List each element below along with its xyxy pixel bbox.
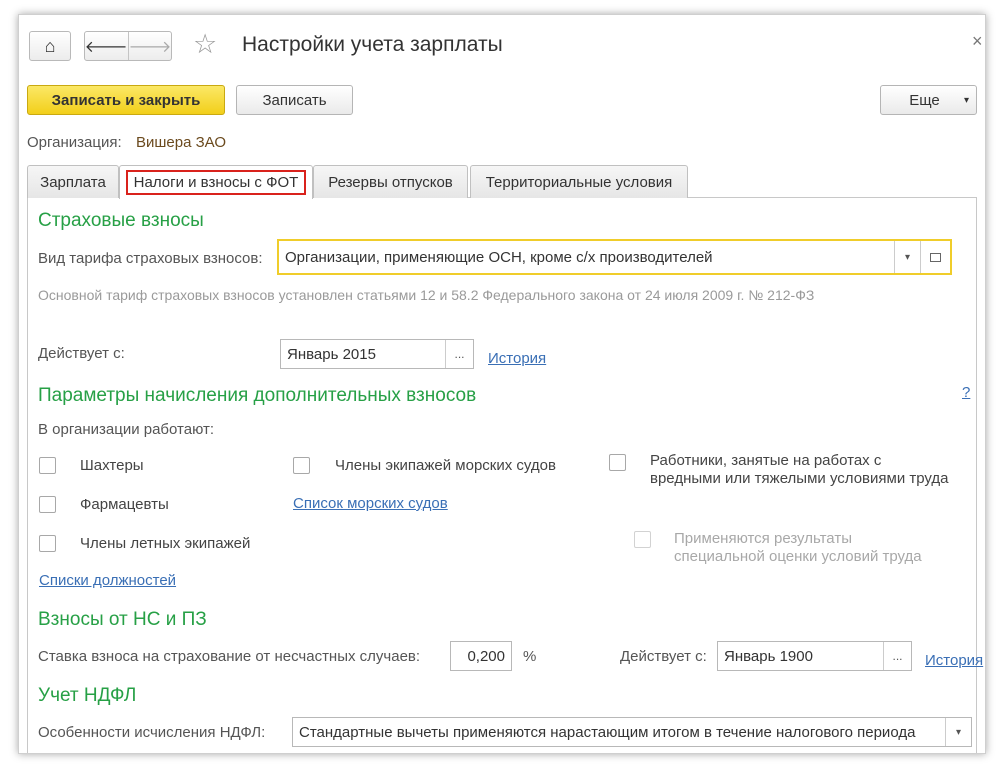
- accident-heading: Взносы от НС и ПЗ: [38, 609, 207, 630]
- flight-crew-checkbox[interactable]: [39, 535, 56, 552]
- tariff-dropdown-arrow[interactable]: ▾: [894, 241, 920, 273]
- more-label: Еще: [909, 91, 940, 109]
- accident-history-link[interactable]: История: [925, 652, 983, 669]
- tariff-label: Вид тарифа страховых взносов:: [38, 250, 263, 267]
- history-link[interactable]: История: [488, 350, 546, 367]
- ndfl-heading: Учет НДФЛ: [38, 685, 137, 706]
- insurance-heading: Страховые взносы: [38, 210, 204, 231]
- window-title: Настройки учета зарплаты: [242, 33, 503, 56]
- favorite-star-icon[interactable]: ☆: [193, 29, 217, 60]
- accident-effective-field[interactable]: Январь 1900 ...: [717, 641, 912, 671]
- miners-label: Шахтеры: [80, 457, 144, 474]
- tab-label: Зарплата: [40, 173, 106, 191]
- open-form-button[interactable]: [920, 241, 950, 273]
- close-icon[interactable]: ×: [972, 31, 983, 52]
- select-period-button[interactable]: ...: [445, 340, 473, 368]
- save-and-close-button[interactable]: Записать и закрыть: [27, 85, 225, 115]
- sea-crew-label: Члены экипажей морских судов: [335, 457, 556, 474]
- special-assessment-label-line1: Применяются результаты: [674, 530, 852, 547]
- effective-date-value: Январь 2015: [287, 345, 376, 363]
- tab-label: Налоги и взносы с ФОТ: [125, 170, 307, 195]
- ndfl-select[interactable]: Стандартные вычеты применяются нарастающ…: [292, 717, 972, 747]
- additional-heading: Параметры начисления дополнительных взно…: [38, 385, 477, 406]
- home-button[interactable]: ⌂: [29, 31, 71, 61]
- save-button[interactable]: Записать: [236, 85, 353, 115]
- back-arrow-icon: 🡐: [84, 38, 128, 56]
- tab-taxes[interactable]: Налоги и взносы с ФОТ: [119, 165, 313, 199]
- accident-rate-input[interactable]: 0,200: [450, 641, 512, 671]
- sea-crew-checkbox[interactable]: [293, 457, 310, 474]
- ships-list-link[interactable]: Список морских судов: [293, 495, 448, 512]
- ellipsis-icon: ...: [454, 347, 465, 361]
- select-period-button[interactable]: ...: [883, 642, 911, 670]
- tariff-select[interactable]: Организации, применяющие ОСН, кроме с/х …: [277, 239, 952, 275]
- works-in-org-label: В организации работают:: [38, 421, 215, 438]
- harmful-conditions-label-line1: Работники, занятые на работах с: [650, 452, 882, 469]
- ndfl-dropdown-button[interactable]: ▾: [945, 718, 971, 746]
- tab-salary[interactable]: Зарплата: [27, 165, 119, 198]
- special-assessment-label-line2: специальной оценки условий труда: [674, 548, 922, 565]
- flight-crew-label: Члены летных экипажей: [80, 535, 251, 552]
- open-window-icon: [930, 252, 941, 262]
- help-link[interactable]: ?: [962, 384, 970, 401]
- effective-date-field[interactable]: Январь 2015 ...: [280, 339, 474, 369]
- organization-label: Организация:: [27, 134, 122, 151]
- accident-effective-label: Действует с:: [620, 648, 707, 665]
- effective-date-label: Действует с:: [38, 345, 125, 362]
- percent-sign: %: [523, 648, 537, 665]
- chevron-down-icon: ▾: [955, 726, 962, 738]
- ndfl-value: Стандартные вычеты применяются нарастающ…: [299, 723, 916, 741]
- ndfl-label: Особенности исчисления НДФЛ:: [38, 724, 266, 741]
- chevron-down-icon: ▾: [963, 94, 969, 106]
- forward-button[interactable]: 🡒: [129, 32, 172, 60]
- chevron-down-icon: ▾: [904, 251, 911, 263]
- tab-label: Резервы отпусков: [328, 173, 453, 191]
- pharmacists-label: Фармацевты: [80, 496, 169, 513]
- harmful-conditions-checkbox[interactable]: [609, 454, 626, 471]
- accident-rate-label: Ставка взноса на страхование от несчастн…: [38, 648, 421, 665]
- settings-window: ⌂ 🡐 🡒 ☆ Настройки учета зарплаты × Запис…: [18, 14, 986, 754]
- ellipsis-icon: ...: [892, 649, 903, 663]
- organization-value[interactable]: Вишера ЗАО: [136, 134, 226, 151]
- forward-arrow-icon: 🡒: [128, 38, 172, 56]
- positions-list-link[interactable]: Списки должностей: [39, 572, 176, 589]
- tab-territorial-conditions[interactable]: Территориальные условия: [470, 165, 688, 198]
- pharmacists-checkbox[interactable]: [39, 496, 56, 513]
- tab-label: Территориальные условия: [485, 173, 673, 191]
- tab-vacation-reserves[interactable]: Резервы отпусков: [313, 165, 468, 198]
- more-button[interactable]: Еще ▾: [880, 85, 977, 115]
- back-button[interactable]: 🡐: [85, 32, 129, 60]
- tariff-hint: Основной тариф страховых взносов установ…: [38, 287, 815, 303]
- back-forward-group: 🡐 🡒: [84, 31, 172, 61]
- harmful-conditions-label-line2: вредными или тяжелыми условиями труда: [650, 470, 949, 487]
- tariff-value: Организации, применяющие ОСН, кроме с/х …: [285, 248, 713, 266]
- accident-effective-value: Январь 1900: [724, 647, 813, 665]
- home-icon: ⌂: [44, 35, 56, 56]
- special-assessment-checkbox[interactable]: [634, 531, 651, 548]
- miners-checkbox[interactable]: [39, 457, 56, 474]
- accident-rate-value: 0,200: [467, 647, 505, 665]
